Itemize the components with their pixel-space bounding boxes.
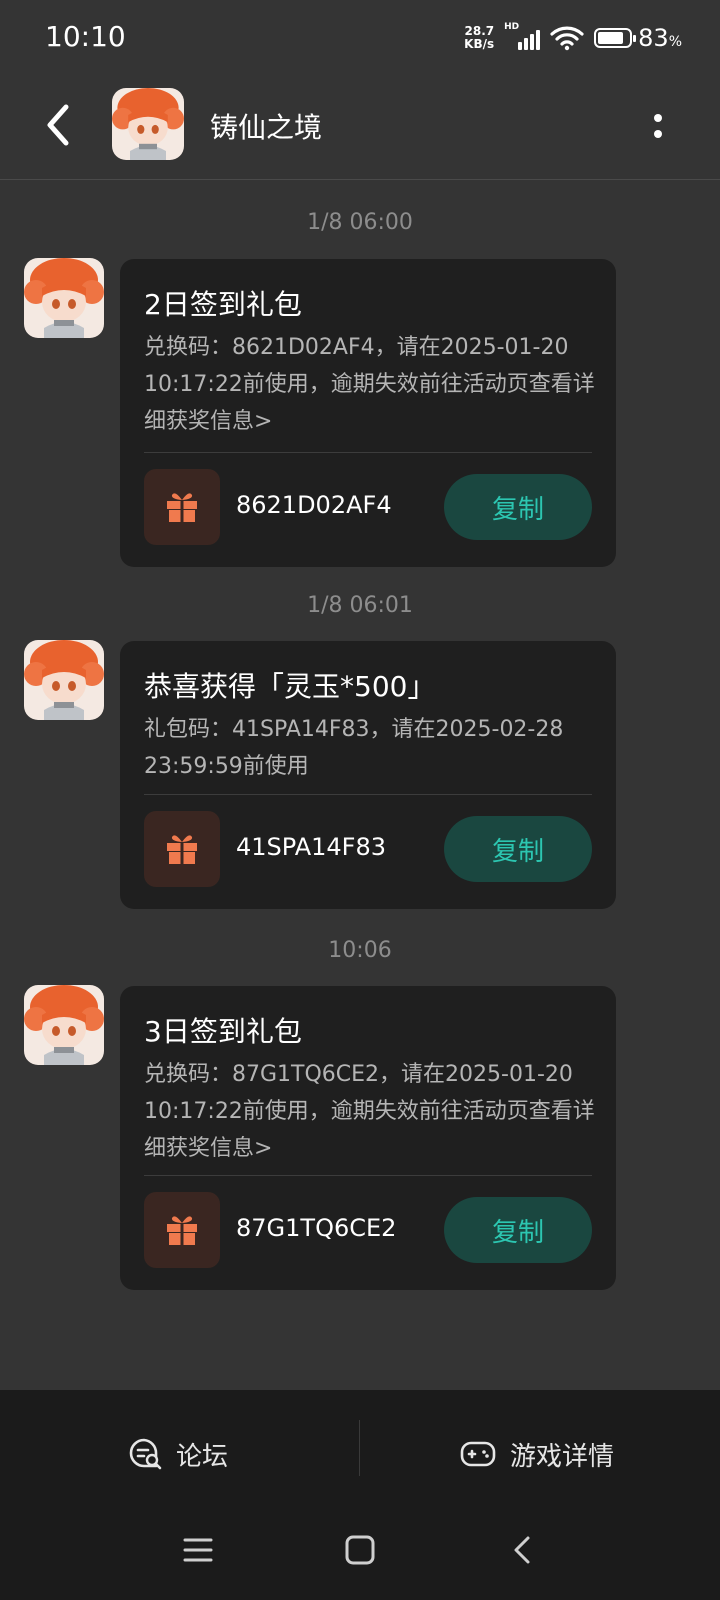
gift-icon-box	[144, 811, 220, 887]
card-body[interactable]: 兑换码：8621D02AF4，请在2025-01-20 10:17:22前使用，…	[144, 329, 600, 440]
sender-avatar[interactable]	[24, 640, 104, 720]
gift-icon	[167, 1216, 197, 1245]
card-title: 2日签到礼包	[144, 288, 302, 321]
page-title: 铸仙之境	[210, 111, 323, 144]
card-divider	[144, 452, 592, 453]
battery-percent: 83%	[638, 24, 682, 52]
sender-avatar[interactable]	[24, 258, 104, 338]
cellular-signal-icon: HD	[504, 22, 541, 50]
battery-icon	[594, 28, 637, 48]
status-time: 10:10	[45, 20, 126, 53]
tab-forum[interactable]: 论坛	[128, 1426, 228, 1482]
more-options-button[interactable]	[648, 106, 668, 146]
message-list[interactable]: 1/8 06:00 2日签到礼包 兑换码：8621D02AF4，请在2025-0…	[0, 180, 720, 1390]
tab-divider	[359, 1420, 360, 1476]
chevron-left-icon	[514, 1536, 530, 1564]
gift-icon-box	[144, 1192, 220, 1268]
card-title: 恭喜获得「灵玉*500」	[144, 670, 436, 703]
hd-label: HD	[504, 22, 520, 32]
recent-apps-button[interactable]	[178, 1530, 218, 1570]
tab-forum-label: 论坛	[176, 1441, 229, 1472]
gift-message-card[interactable]: 2日签到礼包 兑换码：8621D02AF4，请在2025-01-20 10:17…	[120, 259, 616, 567]
gift-icon-box	[144, 469, 220, 545]
home-button[interactable]	[340, 1530, 380, 1570]
gamepad-icon	[460, 1441, 496, 1467]
copy-button[interactable]: 复制	[444, 816, 592, 882]
tab-game-details[interactable]: 游戏详情	[460, 1426, 614, 1482]
chevron-left-icon	[47, 104, 69, 146]
more-vertical-icon	[654, 114, 662, 122]
wifi-icon	[550, 26, 584, 51]
chat-header: 铸仙之境	[0, 78, 720, 180]
gift-icon	[167, 493, 197, 522]
status-bar: 10:10 28.7 KB/s HD 83%	[0, 0, 720, 78]
gift-code: 41SPA14F83	[236, 833, 387, 861]
menu-icon	[183, 1538, 213, 1562]
network-speed-unit: KB/s	[464, 37, 495, 51]
back-button[interactable]	[38, 100, 78, 150]
nav-back-button[interactable]	[502, 1530, 542, 1570]
gift-message-card[interactable]: 恭喜获得「灵玉*500」 礼包码：41SPA14F83，请在2025-02-28…	[120, 641, 616, 909]
message-timestamp: 10:06	[328, 938, 392, 963]
bottom-bar: 论坛 游戏详情	[0, 1390, 720, 1600]
battery-indicator: 83%	[594, 24, 682, 52]
gift-code: 87G1TQ6CE2	[236, 1214, 397, 1242]
card-divider	[144, 794, 592, 795]
copy-button[interactable]: 复制	[444, 474, 592, 540]
copy-button[interactable]: 复制	[444, 1197, 592, 1263]
square-icon	[345, 1535, 375, 1565]
chat-search-icon	[129, 1438, 162, 1470]
gift-message-card[interactable]: 3日签到礼包 兑换码：87G1TQ6CE2，请在2025-01-20 10:17…	[120, 986, 616, 1290]
message-timestamp: 1/8 06:00	[307, 210, 413, 235]
card-body[interactable]: 礼包码：41SPA14F83，请在2025-02-28 23:59:59前使用	[144, 711, 600, 785]
card-divider	[144, 1175, 592, 1176]
tab-game-details-label: 游戏详情	[510, 1441, 615, 1472]
card-title: 3日签到礼包	[144, 1015, 302, 1048]
network-speed: 28.7 KB/s	[464, 25, 494, 51]
gift-icon	[167, 835, 197, 864]
gift-code: 8621D02AF4	[236, 491, 392, 519]
message-timestamp: 1/8 06:01	[307, 593, 413, 618]
status-icons: 28.7 KB/s HD 83%	[464, 20, 682, 56]
card-body[interactable]: 兑换码：87G1TQ6CE2，请在2025-01-20 10:17:22前使用，…	[144, 1056, 600, 1167]
sender-avatar[interactable]	[24, 985, 104, 1065]
game-avatar[interactable]	[112, 88, 184, 160]
